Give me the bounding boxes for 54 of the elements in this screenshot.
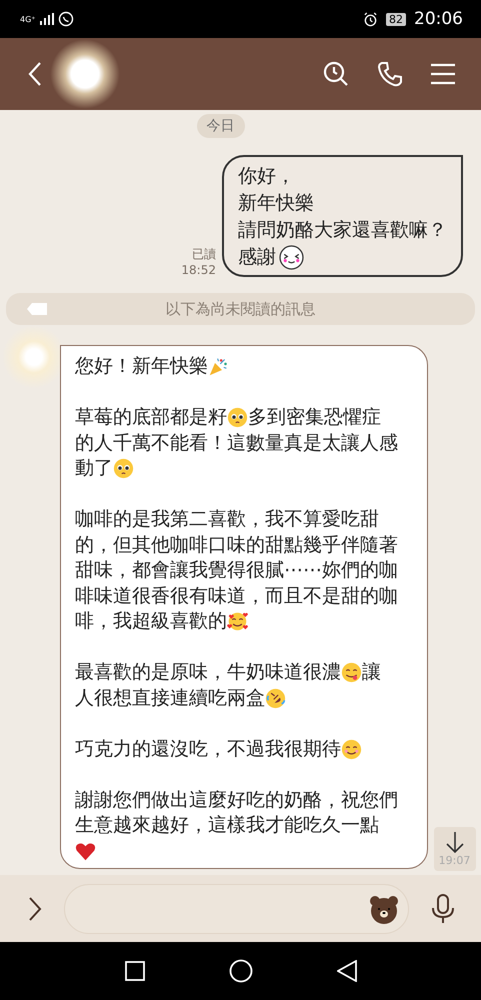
home-icon[interactable] xyxy=(228,959,252,983)
message-text: 的，但其他咖啡口味的甜點幾乎伴隨著 xyxy=(75,532,398,558)
bear-face-icon[interactable] xyxy=(368,894,400,924)
clock-time: 20:06 xyxy=(414,9,463,29)
message-text: 生意越來越好，這樣我才能吃久一點 xyxy=(75,813,379,838)
tag-icon xyxy=(26,302,48,316)
message-text: 多到密集恐懼症 xyxy=(248,405,381,430)
message-text: 草莓的底部都是籽 xyxy=(75,405,227,430)
message-text: 咖啡的是我第二喜歡，我不算愛吃甜 xyxy=(75,507,379,532)
back-icon[interactable] xyxy=(336,960,356,982)
squint-face-icon xyxy=(279,245,304,270)
laughing-face-icon xyxy=(265,688,286,709)
message-text: 甜味，都會讓我覺得很膩⋯⋯妳們的咖 xyxy=(75,558,398,583)
pleading-face-icon xyxy=(113,458,134,480)
message-text: 的人千萬不能看！這數量真是太讓人感 xyxy=(75,430,398,456)
message-input-field[interactable] xyxy=(64,884,409,934)
message-time: 19:07 xyxy=(438,854,470,866)
message-text: 啡味道很香很有味道，而且不是甜的咖 xyxy=(75,584,398,608)
network-label: 4G⁺ xyxy=(20,14,36,24)
unread-label: 以下為尚未閱讀的訊息 xyxy=(166,300,316,318)
microphone-icon[interactable] xyxy=(431,894,455,924)
battery-indicator: 82 xyxy=(386,12,406,26)
message-text: 啡，我超級喜歡的 xyxy=(75,609,227,634)
message-text: 新年快樂 xyxy=(238,191,314,216)
message-text: 請問奶酪大家還喜歡嘛？ xyxy=(238,218,447,243)
expand-icon[interactable] xyxy=(28,896,42,922)
message-text: 人很想直接連續吃兩盒 xyxy=(75,686,265,710)
message-text: 感謝 xyxy=(238,245,276,270)
menu-icon[interactable] xyxy=(431,63,455,85)
message-text: 你好， xyxy=(238,164,295,189)
read-receipt: 已讀 xyxy=(192,246,216,263)
chat-bubble-icon xyxy=(58,11,74,27)
date-chip: 今日 xyxy=(196,114,244,138)
message-time: 18:52 xyxy=(181,263,216,277)
tongue-out-face-icon xyxy=(341,662,362,684)
recents-icon[interactable] xyxy=(124,961,144,981)
message-text: 讓 xyxy=(362,660,381,685)
message-text: 動了 xyxy=(75,456,113,481)
smiling-face-with-hearts-icon xyxy=(227,611,248,632)
phone-icon[interactable] xyxy=(377,61,403,87)
pleading-face-icon xyxy=(227,407,248,428)
scroll-down-button[interactable]: 19:07 xyxy=(434,827,476,871)
back-icon[interactable] xyxy=(28,61,42,87)
message-text: 巧克力的還沒吃，不過我很期待 xyxy=(75,736,341,762)
message-text: 您好！新年快樂 xyxy=(75,354,208,379)
party-popper-icon xyxy=(208,356,229,378)
alarm-icon xyxy=(363,12,378,26)
message-text: 謝謝您們做出這麼好吃的奶酪，祝您們 xyxy=(75,788,398,812)
search-icon[interactable] xyxy=(323,61,349,87)
message-text: 最喜歡的是原味，牛奶味道很濃 xyxy=(75,660,341,685)
down-arrow-icon xyxy=(444,832,464,854)
smiling-face-icon xyxy=(341,738,362,760)
heart-icon xyxy=(75,840,96,862)
signal-icon xyxy=(40,13,54,25)
